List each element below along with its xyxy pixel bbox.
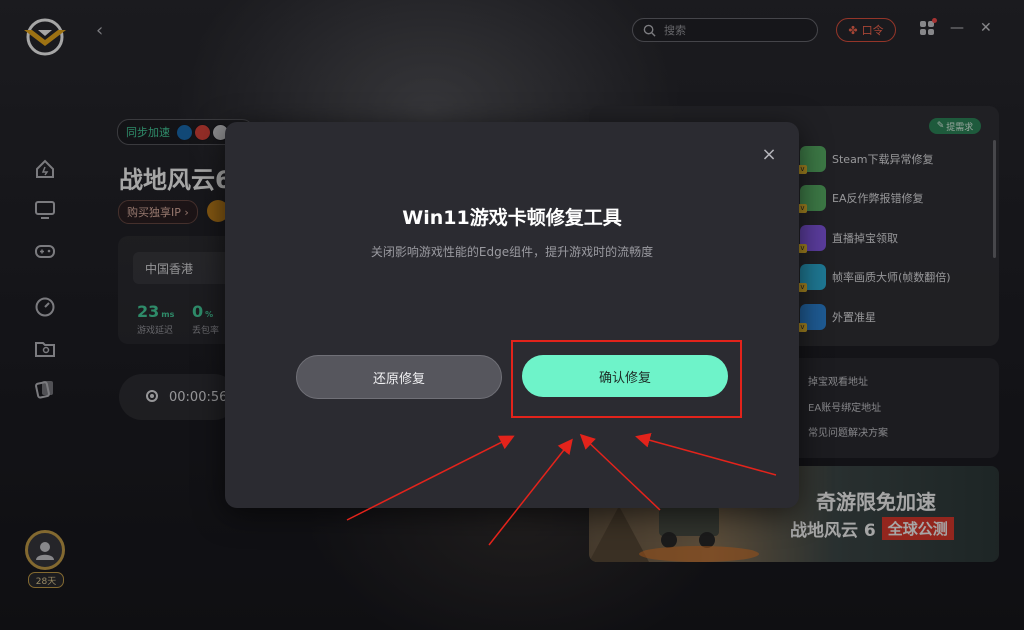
- close-dialog-button[interactable]: ×: [760, 146, 778, 164]
- repair-dialog: [225, 122, 799, 508]
- restore-repair-button[interactable]: 还原修复: [296, 355, 502, 399]
- highlight-box: [511, 340, 742, 418]
- dialog-description: 关闭影响游戏性能的Edge组件，提升游戏时的流畅度: [370, 245, 654, 259]
- dialog-title: Win11游戏卡顿修复工具: [402, 207, 622, 229]
